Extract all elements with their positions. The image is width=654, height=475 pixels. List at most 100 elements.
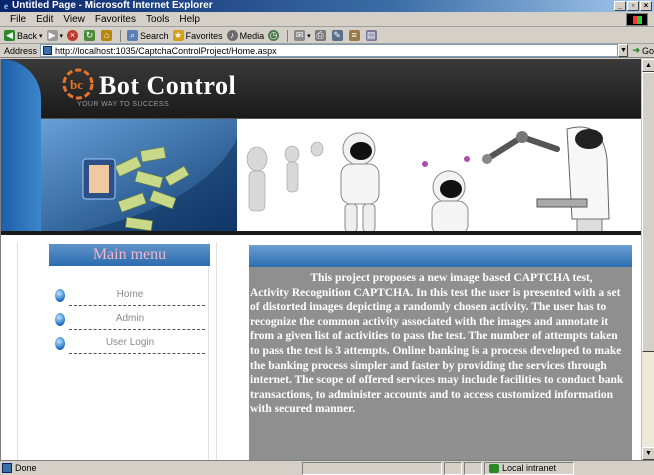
scroll-down-button[interactable]: ▼ [642, 447, 654, 460]
toolbar-separator [120, 29, 122, 42]
home-icon: ⌂ [101, 30, 113, 41]
page-done-icon [2, 463, 12, 473]
back-dropdown-icon[interactable]: ▾ [39, 32, 43, 40]
forward-button[interactable]: ▶ ▾ [46, 30, 64, 41]
site-banner: bc Bot Control YOUR WAY TO SUCCESS [1, 59, 641, 236]
main-content: This project proposes a new image based … [216, 242, 634, 460]
menu-help[interactable]: Help [179, 14, 200, 25]
main-menu-heading: Main menu [49, 244, 210, 266]
print-icon: ⎙ [314, 30, 326, 41]
address-input[interactable]: http://localhost:1035/CaptchaControlProj… [40, 44, 619, 57]
status-text: Done [15, 463, 37, 473]
page-icon [43, 46, 53, 55]
mail-icon: ✉ [294, 30, 306, 41]
status-panel [302, 461, 442, 475]
go-button[interactable]: ➜ Go [632, 45, 654, 56]
bullet-icon [55, 337, 65, 350]
refresh-button[interactable]: ↻ [84, 30, 97, 41]
status-left: Done [0, 463, 300, 473]
status-panel [464, 461, 482, 475]
toolbar-separator [287, 29, 289, 42]
address-label: Address [4, 45, 38, 56]
toolbar: ◀ Back ▾ ▶ ▾ × ↻ ⌂ ⌕ Search ★ Favorites … [0, 28, 654, 44]
ie-icon: e [4, 1, 8, 11]
back-button[interactable]: ◀ Back ▾ [4, 30, 43, 41]
status-panel [444, 461, 462, 475]
minimize-button[interactable]: _ [614, 1, 626, 11]
history-button[interactable]: ◷ [268, 30, 281, 41]
discuss-button[interactable]: ≡ [348, 30, 362, 41]
banner-robots-panel [237, 119, 641, 236]
search-button[interactable]: ⌕ Search [127, 30, 169, 41]
nav-label-home[interactable]: Home [75, 289, 185, 300]
security-zone: Local intranet [484, 461, 574, 475]
robots-illustration [237, 119, 641, 236]
favorites-label: Favorites [185, 30, 223, 41]
favorites-icon: ★ [172, 30, 184, 41]
mail-dropdown-icon[interactable]: ▾ [307, 32, 311, 40]
menu-file[interactable]: File [10, 14, 26, 25]
nav-item-admin[interactable]: Admin [55, 311, 205, 331]
window-title: Untitled Page - Microsoft Internet Explo… [12, 0, 213, 11]
address-dropdown-button[interactable]: ▼ [618, 44, 629, 57]
menu-bar: File Edit View Favorites Tools Help [0, 12, 654, 27]
media-label: Media [239, 30, 265, 41]
menu-view[interactable]: View [63, 14, 85, 25]
scroll-thumb[interactable] [642, 72, 654, 352]
bot-control-logo-icon: bc [62, 68, 94, 100]
forward-arrow-icon: ▶ [46, 30, 58, 41]
print-button[interactable]: ⎙ [314, 30, 328, 41]
banner-bottom-strip [1, 231, 641, 235]
back-label: Back [17, 30, 38, 41]
menu-favorites[interactable]: Favorites [95, 14, 136, 25]
nav-divider [69, 353, 205, 354]
stop-button[interactable]: × [67, 30, 80, 41]
restore-button[interactable]: ▫ [627, 1, 639, 11]
brand-name: Bot Control [99, 71, 237, 100]
vertical-scrollbar[interactable]: ▲ ▼ [641, 59, 654, 460]
research-button[interactable]: ▤ [365, 30, 379, 41]
search-icon: ⌕ [127, 30, 139, 41]
research-icon: ▤ [365, 30, 377, 41]
banner-header-strip [1, 59, 641, 119]
nav-divider [69, 305, 205, 306]
forward-dropdown-icon[interactable]: ▾ [60, 32, 64, 40]
home-button[interactable]: ⌂ [101, 30, 114, 41]
title-bar: e Untitled Page - Microsoft Internet Exp… [0, 0, 654, 12]
address-bar: Address http://localhost:1035/CaptchaCon… [0, 44, 654, 58]
nav-item-user-login[interactable]: User Login [55, 335, 205, 355]
logo-mark: bc [70, 77, 83, 92]
media-icon: ♪ [226, 30, 238, 41]
page-viewport: bc Bot Control YOUR WAY TO SUCCESS Main … [0, 59, 641, 460]
bullet-icon [55, 289, 65, 302]
favorites-button[interactable]: ★ Favorites [172, 30, 223, 41]
menu-tools[interactable]: Tools [146, 14, 169, 25]
window-controls: _ ▫ × [614, 1, 652, 11]
menu-edit[interactable]: Edit [36, 14, 53, 25]
refresh-icon: ↻ [84, 30, 96, 41]
stop-icon: × [67, 30, 79, 41]
media-button[interactable]: ♪ Media [226, 30, 265, 41]
edit-button[interactable]: ✎ [331, 30, 345, 41]
scroll-up-button[interactable]: ▲ [642, 59, 654, 72]
bullet-icon [55, 313, 65, 326]
intranet-icon [489, 463, 499, 473]
address-url[interactable]: http://localhost:1035/CaptchaControlProj… [55, 46, 277, 56]
windows-logo-icon [626, 13, 648, 26]
content-header-bar [249, 245, 632, 267]
mail-button[interactable]: ✉ ▾ [294, 30, 311, 41]
go-label: Go [641, 45, 654, 56]
nav-divider [69, 329, 205, 330]
brand-tagline: YOUR WAY TO SUCCESS [77, 101, 170, 108]
close-button[interactable]: × [640, 1, 652, 11]
nav-label-admin[interactable]: Admin [75, 313, 185, 324]
history-icon: ◷ [268, 30, 280, 41]
back-arrow-icon: ◀ [4, 30, 15, 41]
content-paragraph: This project proposes a new image based … [249, 267, 632, 460]
nav-item-home[interactable]: Home [55, 287, 205, 307]
go-arrow-icon: ➜ [632, 45, 640, 55]
nav-label-user-login[interactable]: User Login [75, 337, 185, 348]
edit-icon: ✎ [331, 30, 343, 41]
sidebar: Main menu Home Admin User Login [17, 242, 210, 460]
status-bar: Done Local intranet [0, 460, 654, 475]
